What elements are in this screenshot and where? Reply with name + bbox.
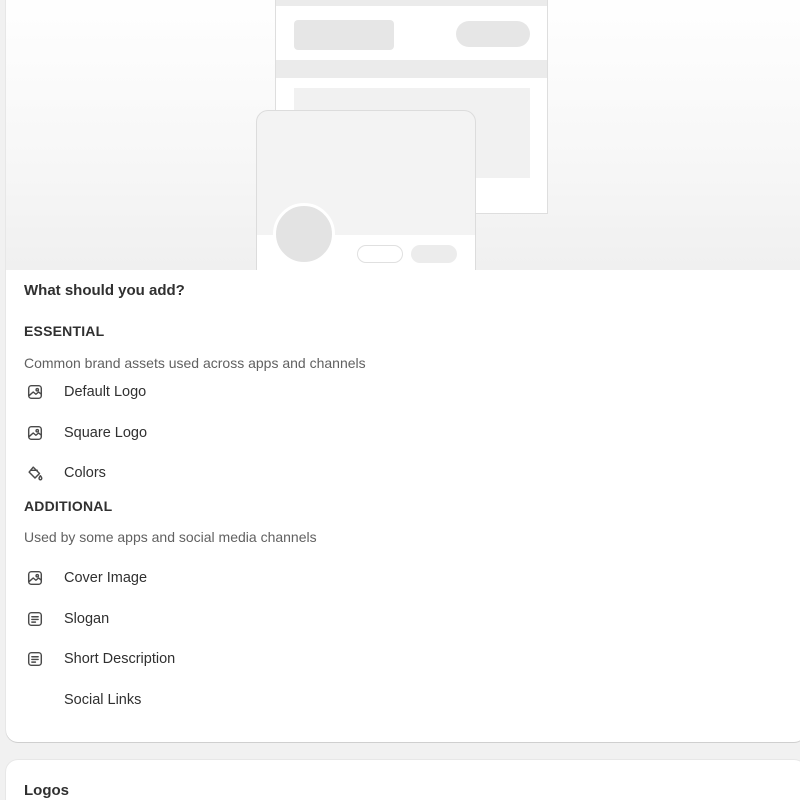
asset-item-label: Short Description bbox=[64, 651, 176, 667]
illustration-avatar bbox=[273, 203, 335, 265]
illustration-outline-pill bbox=[357, 245, 403, 263]
asset-item-label: Cover Image bbox=[64, 570, 148, 586]
text-block-icon bbox=[24, 608, 46, 630]
additional-section-description: Used by some apps and social media chann… bbox=[24, 529, 317, 545]
asset-item-cover-image[interactable]: Cover Image bbox=[24, 566, 424, 590]
blank-icon bbox=[24, 689, 46, 711]
image-icon bbox=[24, 422, 46, 444]
asset-item-short-description[interactable]: Short Description bbox=[24, 647, 424, 671]
paint-bucket-icon bbox=[24, 462, 46, 484]
asset-item-square-logo[interactable]: Square Logo bbox=[24, 421, 424, 445]
asset-item-label: Default Logo bbox=[64, 384, 147, 400]
illustration-filled-pill bbox=[411, 245, 457, 263]
asset-item-label: Square Logo bbox=[64, 425, 148, 441]
asset-item-default-logo[interactable]: Default Logo bbox=[24, 380, 424, 404]
asset-item-label: Colors bbox=[64, 465, 106, 481]
asset-item-social-links[interactable]: Social Links bbox=[24, 688, 424, 712]
illustration-pill-placeholder bbox=[456, 21, 530, 47]
illustration bbox=[6, 0, 800, 270]
image-icon bbox=[24, 567, 46, 589]
brand-assets-card: What should you add? ESSENTIAL Common br… bbox=[6, 0, 800, 742]
asset-item-label: Social Links bbox=[64, 692, 142, 708]
logos-card-title: Logos bbox=[24, 782, 69, 799]
illustration-rect-placeholder bbox=[294, 20, 394, 50]
additional-section-title: ADDITIONAL bbox=[24, 498, 113, 514]
illustration-profile-mock bbox=[256, 110, 476, 270]
asset-item-colors[interactable]: Colors bbox=[24, 461, 424, 485]
illustration-band bbox=[276, 60, 547, 78]
logos-card: Logos bbox=[6, 760, 800, 800]
asset-item-label: Slogan bbox=[64, 611, 110, 627]
image-icon bbox=[24, 381, 46, 403]
illustration-topbar bbox=[276, 0, 547, 6]
essential-section-description: Common brand assets used across apps and… bbox=[24, 355, 366, 371]
text-block-icon bbox=[24, 648, 46, 670]
essential-section-title: ESSENTIAL bbox=[24, 323, 105, 339]
page-heading: What should you add? bbox=[24, 282, 185, 299]
asset-item-slogan[interactable]: Slogan bbox=[24, 607, 424, 631]
